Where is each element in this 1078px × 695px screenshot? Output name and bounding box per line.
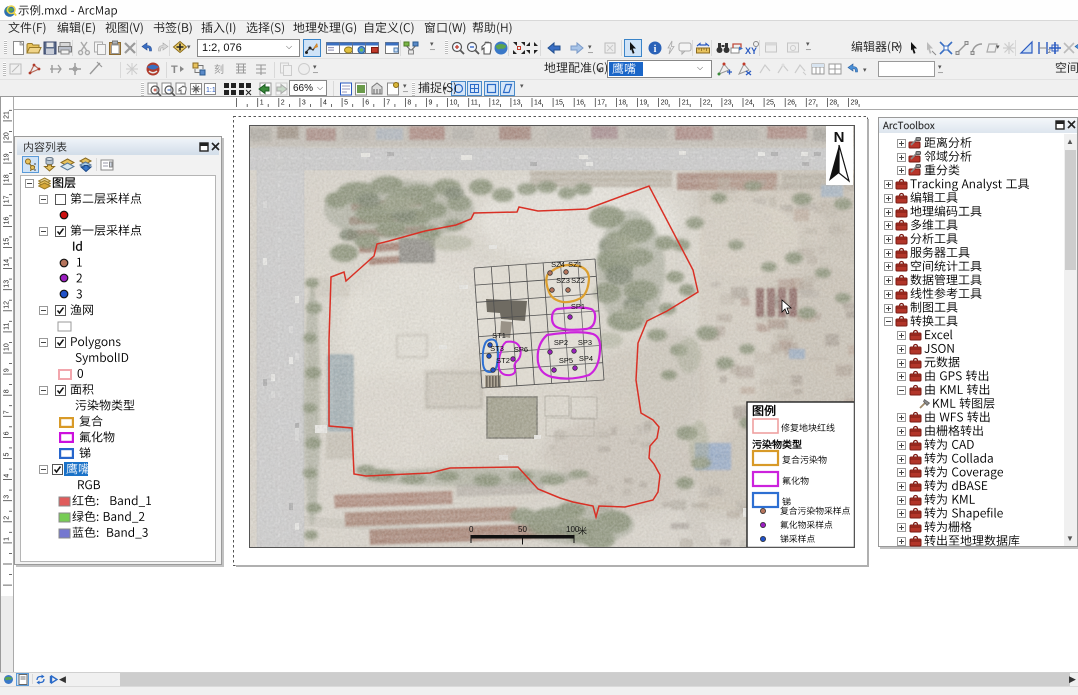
svg-text:17: 17 [4, 195, 11, 203]
svg-text:8: 8 [407, 100, 411, 107]
svg-text:SP5: SP5 [559, 356, 573, 365]
svg-text:18: 18 [4, 174, 11, 182]
svg-text:28: 28 [829, 100, 837, 107]
svg-text:17: 17 [597, 100, 605, 107]
svg-text:12: 12 [492, 100, 500, 107]
svg-text:i: i [654, 44, 657, 55]
svg-text:1:1: 1:1 [206, 87, 216, 94]
svg-text:4: 4 [323, 100, 327, 107]
svg-text:7: 7 [4, 410, 11, 414]
svg-text:3: 3 [302, 100, 306, 107]
svg-text:4: 4 [4, 474, 11, 478]
svg-text:11: 11 [471, 100, 478, 107]
svg-text:12: 12 [4, 301, 11, 309]
svg-text:21: 21 [682, 100, 690, 107]
svg-text:ST2: ST2 [496, 356, 510, 365]
svg-text:23: 23 [724, 100, 732, 107]
svg-text:9: 9 [429, 100, 433, 107]
svg-text:SP1: SP1 [571, 302, 585, 311]
svg-text:3: 3 [4, 495, 11, 499]
svg-text:1: 1 [4, 537, 11, 541]
svg-text:2: 2 [4, 516, 11, 520]
svg-text:2: 2 [281, 100, 285, 107]
svg-text:13: 13 [513, 100, 521, 107]
svg-text:XY: XY [745, 46, 757, 56]
svg-text:16: 16 [4, 217, 11, 225]
svg-text:1: 1 [260, 100, 264, 107]
svg-text:19: 19 [4, 153, 11, 161]
svg-text:14: 14 [4, 259, 11, 267]
svg-text:SP3: SP3 [578, 338, 592, 347]
svg-text:11: 11 [4, 323, 11, 330]
svg-text:ST1: ST1 [492, 331, 506, 340]
svg-text:22: 22 [703, 100, 711, 107]
svg-text:16: 16 [576, 100, 584, 107]
svg-text:SZ1: SZ1 [568, 260, 582, 269]
svg-text:13: 13 [4, 280, 11, 288]
svg-text:N: N [834, 129, 845, 146]
svg-text:20: 20 [661, 100, 669, 107]
svg-text:25: 25 [766, 100, 774, 107]
svg-text:20: 20 [4, 132, 11, 140]
svg-text:SP2: SP2 [554, 338, 568, 347]
svg-text:10: 10 [4, 343, 11, 351]
svg-text:9: 9 [4, 368, 11, 372]
svg-text:15: 15 [4, 238, 11, 246]
svg-text:15: 15 [555, 100, 563, 107]
svg-text:SP6: SP6 [514, 345, 528, 354]
svg-text:7: 7 [386, 100, 390, 107]
svg-text:14: 14 [534, 100, 542, 107]
svg-text:SP4: SP4 [579, 354, 593, 363]
svg-text:10: 10 [450, 100, 458, 107]
svg-text:29: 29 [851, 100, 859, 107]
svg-text:5: 5 [344, 100, 348, 107]
svg-text:21: 21 [4, 111, 11, 119]
svg-text:6: 6 [4, 431, 11, 435]
svg-text:50: 50 [518, 525, 527, 534]
svg-text:SZ3: SZ3 [556, 276, 570, 285]
svg-text:27: 27 [808, 100, 816, 107]
svg-text:0: 0 [469, 525, 474, 534]
svg-text:26: 26 [787, 100, 795, 107]
svg-text:100: 100 [566, 525, 580, 534]
svg-text:5: 5 [4, 453, 11, 457]
svg-text:24: 24 [745, 100, 753, 107]
svg-text:6: 6 [365, 100, 369, 107]
svg-text:SZ4: SZ4 [551, 260, 565, 269]
svg-text:T: T [171, 64, 178, 76]
svg-text:刻: 刻 [214, 63, 224, 76]
svg-text:ST3: ST3 [490, 344, 504, 353]
svg-text:8: 8 [4, 389, 11, 393]
svg-text:SZ2: SZ2 [571, 276, 585, 285]
svg-text:18: 18 [618, 100, 626, 107]
svg-text:19: 19 [640, 100, 648, 107]
